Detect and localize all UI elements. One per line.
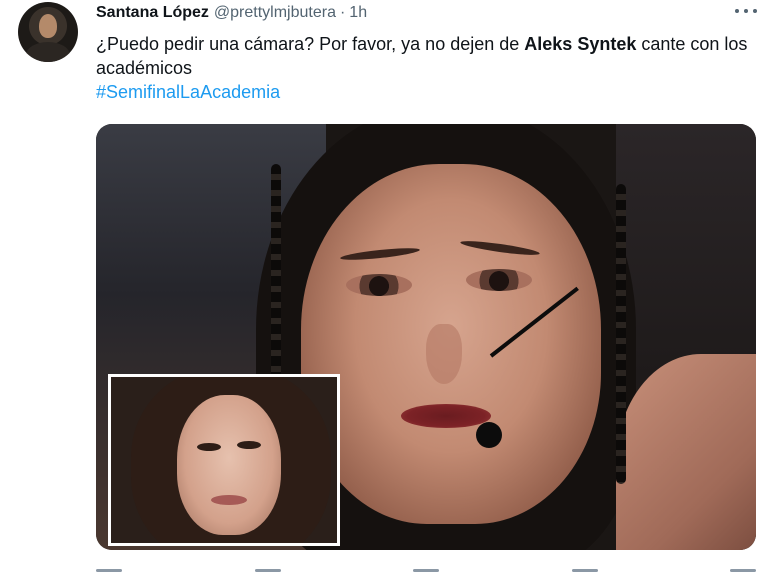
user-handle[interactable]: @prettylmjbutera <box>214 4 336 22</box>
action-bar <box>96 566 756 574</box>
media-eye <box>466 269 532 291</box>
hashtag-link[interactable]: #SemifinalLaAcademia <box>96 80 756 104</box>
inset-face <box>177 395 281 535</box>
headset-mic-icon <box>476 422 502 448</box>
tweet-text: ¿Puedo pedir una cámara? Por favor, ya n… <box>96 32 756 104</box>
avatar[interactable] <box>18 2 78 62</box>
share-icon[interactable] <box>730 568 756 572</box>
more-dot <box>744 9 748 13</box>
inset-photo <box>108 374 340 546</box>
media-eye <box>346 274 412 296</box>
inset-eye <box>197 443 221 451</box>
like-icon[interactable] <box>413 568 439 572</box>
views-icon[interactable] <box>571 568 598 572</box>
display-name[interactable]: Santana López <box>96 4 209 22</box>
reply-icon[interactable] <box>96 568 122 572</box>
tweet-media-image[interactable] <box>96 124 756 550</box>
media-braid <box>616 184 626 484</box>
avatar-face <box>39 14 57 38</box>
media-nose <box>426 324 462 384</box>
separator-dot: · <box>339 4 346 21</box>
timestamp[interactable]: 1h <box>349 4 367 22</box>
more-dot <box>735 9 739 13</box>
tweet-text-bold: Aleks Syntek <box>524 34 637 54</box>
tweet: Santana López @prettylmjbutera · 1h ¿Pue… <box>0 0 773 580</box>
retweet-icon[interactable] <box>254 568 281 572</box>
media-lips <box>401 404 491 428</box>
inset-lips <box>211 495 247 505</box>
more-horizontal-icon[interactable] <box>735 4 757 18</box>
avatar-shoulders <box>26 42 70 62</box>
tweet-text-part: ¿Puedo pedir una cámara? Por favor, ya n… <box>96 34 525 54</box>
tweet-header: Santana López @prettylmjbutera · 1h <box>96 2 367 24</box>
inset-eye <box>237 441 261 449</box>
more-dot <box>753 9 757 13</box>
